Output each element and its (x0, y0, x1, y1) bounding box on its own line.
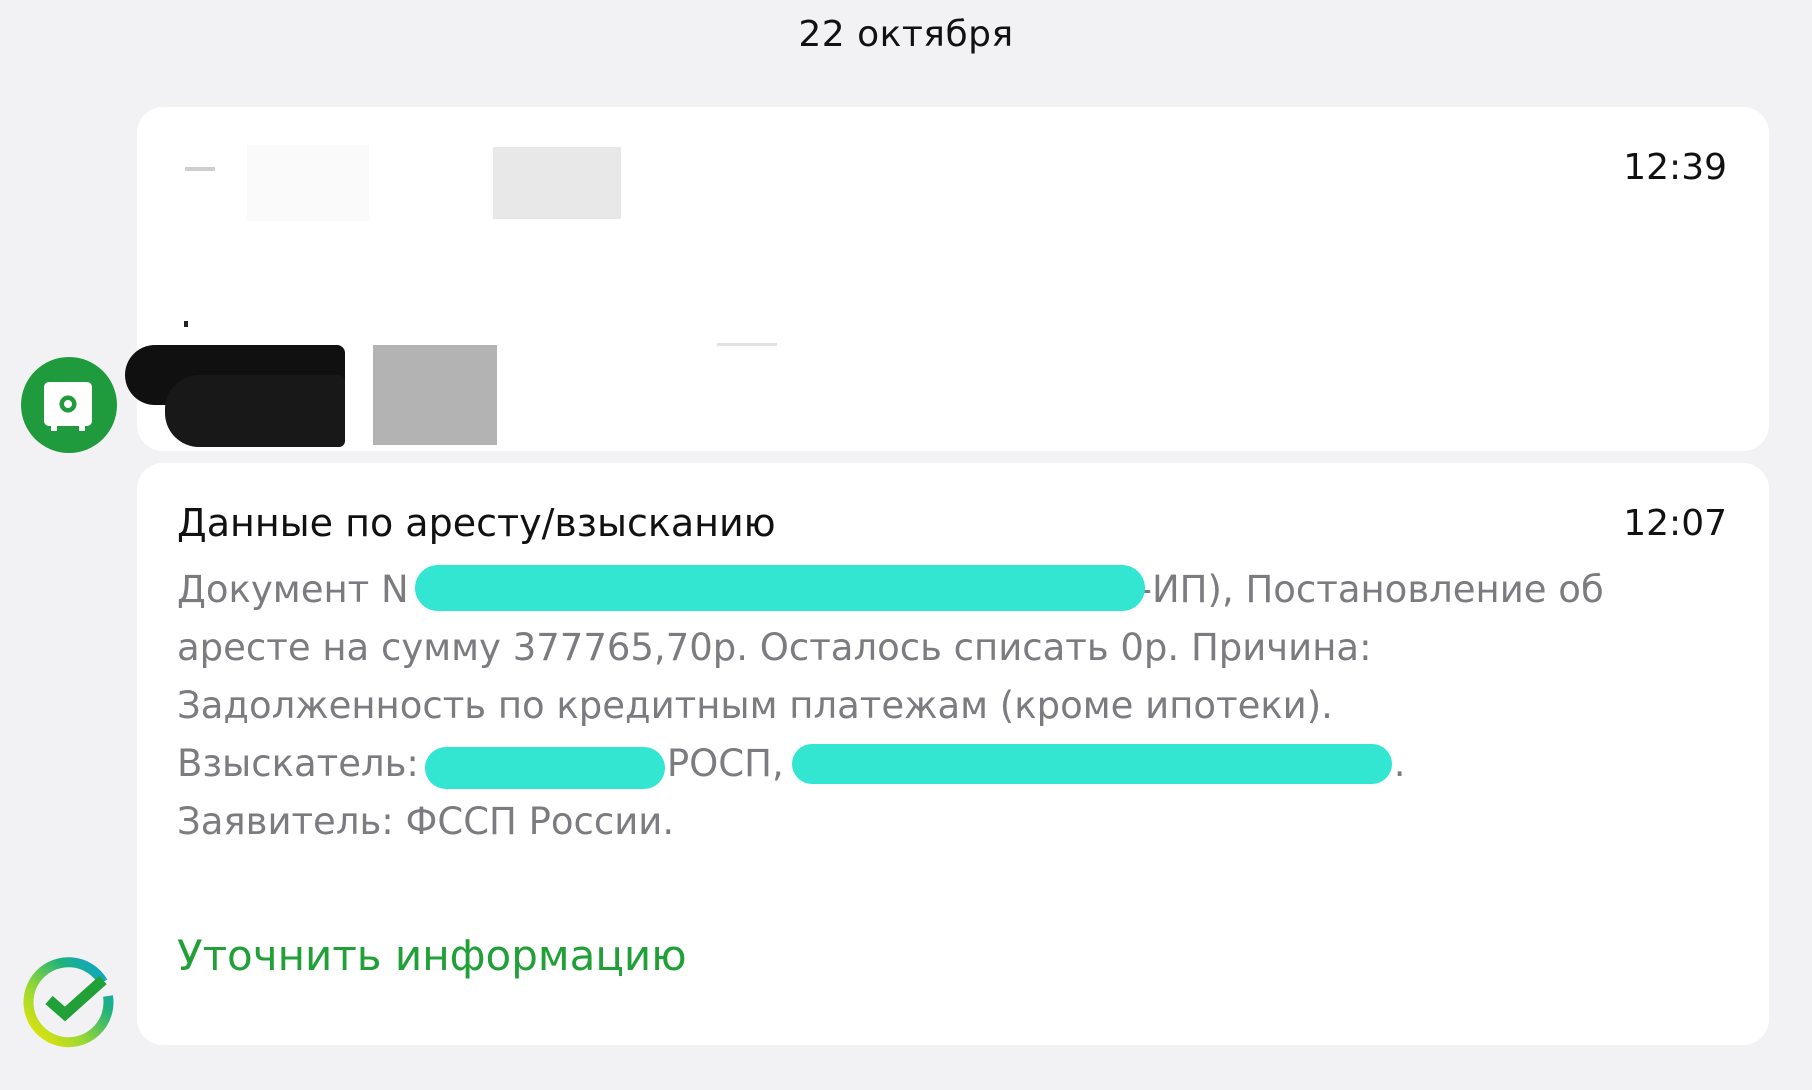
body-text: РОСП, (666, 742, 784, 785)
sber-logo-icon (19, 952, 119, 1052)
message-body: Документ N -ИП), Постановление об аресте … (177, 561, 1737, 851)
body-text: Задолженность по кредитным платежам (кро… (177, 684, 1333, 727)
body-text: Документ N (177, 568, 409, 611)
redaction-mark (373, 345, 497, 445)
message-title: Данные по аресту/взысканию (177, 501, 776, 545)
message-time: 12:39 (1623, 147, 1727, 188)
redaction-scribble (424, 746, 665, 789)
body-line: аресте на сумму 377765,70р. Осталось спи… (177, 619, 1737, 677)
redaction-scribble (791, 743, 1392, 784)
redaction-mark (717, 343, 777, 346)
redaction-mark (165, 375, 345, 447)
body-line: Задолженность по кредитным платежам (кро… (177, 677, 1737, 735)
redaction-mark (185, 167, 215, 171)
redaction-mark (247, 145, 369, 221)
body-text: -ИП), Постановление об (1138, 568, 1604, 611)
redaction-mark (493, 147, 621, 219)
safe-icon (21, 357, 117, 453)
body-text: . (1393, 742, 1406, 785)
body-text: Взыскатель: (177, 742, 419, 785)
body-line: Взыскатель: РОСП,. (177, 735, 1737, 793)
clarify-info-link[interactable]: Уточнить информацию (177, 931, 687, 980)
redaction-mark (184, 321, 188, 327)
body-line: Документ N -ИП), Постановление об (177, 561, 1737, 619)
message-time: 12:07 (1623, 503, 1727, 544)
message-card[interactable]: Данные по аресту/взысканию 12:07 Докумен… (137, 463, 1769, 1045)
body-line: Заявитель: ФССП России. (177, 793, 1737, 851)
body-text: Заявитель: ФССП России. (177, 800, 675, 843)
body-text: аресте на сумму 377765,70р. Осталось спи… (177, 626, 1372, 669)
message-card[interactable]: 12:39 (125, 107, 1769, 451)
redaction-scribble (414, 564, 1145, 611)
date-header: 22 октября (798, 14, 1014, 55)
